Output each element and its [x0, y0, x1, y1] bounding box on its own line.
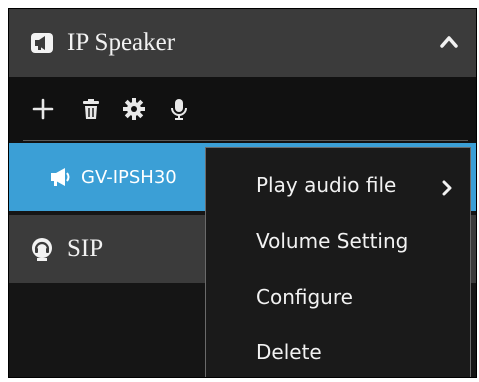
ip-speaker-toolbar — [9, 77, 476, 143]
ip-speaker-title: IP Speaker — [67, 29, 176, 56]
menu-item-label: Delete — [256, 340, 322, 364]
chevron-up-icon[interactable] — [440, 33, 458, 51]
device-name: GV-IPSH30 — [81, 166, 177, 188]
menu-item-volume-setting[interactable]: Volume Setting — [206, 219, 470, 263]
plus-icon[interactable] — [31, 97, 55, 121]
menu-item-label: Play audio file — [256, 173, 397, 197]
chevron-right-icon — [440, 177, 454, 196]
menu-item-configure[interactable]: Configure — [206, 275, 470, 319]
microphone-icon[interactable] — [167, 97, 191, 121]
context-menu: Play audio file Volume Setting Configure… — [205, 147, 471, 377]
menu-item-label: Volume Setting — [256, 229, 409, 253]
menu-item-delete[interactable]: Delete — [206, 330, 470, 374]
speaker-icon — [49, 165, 73, 189]
gear-icon[interactable] — [122, 97, 146, 121]
speaker-icon — [29, 30, 55, 56]
headset-icon — [29, 236, 55, 262]
ip-speaker-header[interactable]: IP Speaker — [9, 9, 476, 77]
device-panel: IP Speaker GV-IPSH30 SIP Play audio file… — [8, 8, 477, 378]
sip-title: SIP — [67, 235, 104, 262]
trash-icon[interactable] — [79, 97, 103, 121]
toolbar-divider — [23, 140, 468, 141]
menu-item-play-audio-file[interactable]: Play audio file — [206, 163, 470, 207]
menu-item-label: Configure — [256, 285, 353, 309]
